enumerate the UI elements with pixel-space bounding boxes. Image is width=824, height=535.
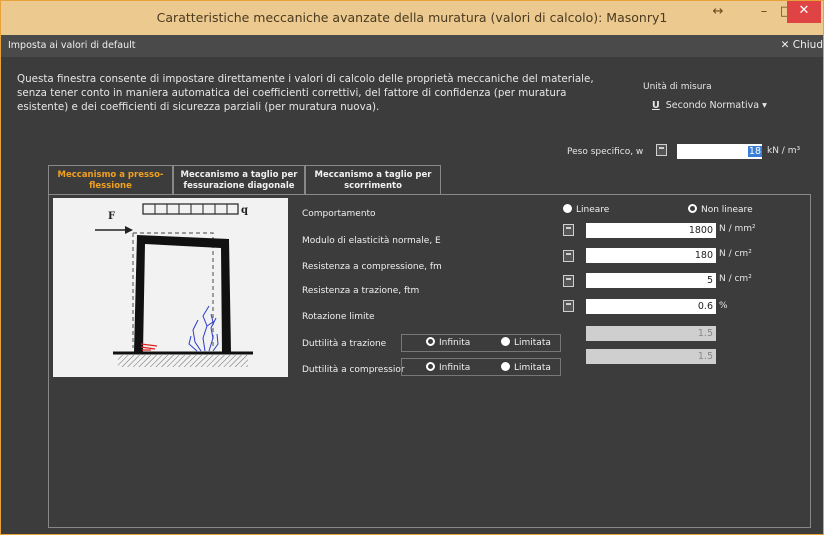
description-text: Questa finestra consente di impostare di… <box>17 73 594 113</box>
radio-dot-icon <box>563 204 572 213</box>
radio-non-lineare-label: Non lineare <box>701 205 753 215</box>
radio-trazione-limitata-label: Limitata <box>514 338 551 348</box>
calculator-icon[interactable] <box>563 224 574 236</box>
window-title: Caratteristiche meccaniche avanzate dell… <box>156 10 668 25</box>
radio-lineare-label: Lineare <box>576 205 610 215</box>
modulo-input[interactable]: 1800 <box>586 223 716 238</box>
modulo-label: Modulo di elasticità normale, E <box>302 236 441 246</box>
rotazione-unit: % <box>719 301 728 311</box>
dialog-window: Caratteristiche meccaniche avanzate dell… <box>0 0 824 535</box>
duttilita-trazione-label: Duttilità a trazione <box>302 339 387 349</box>
radio-dot-icon <box>501 362 510 371</box>
calculator-icon[interactable] <box>563 275 574 287</box>
tab-pressoflessione[interactable]: Meccanismo a presso-flessione <box>48 165 173 195</box>
compressione-input[interactable]: 180 <box>586 248 716 263</box>
radio-dot-icon <box>501 337 510 346</box>
peso-unit: kN / m³ <box>767 146 801 156</box>
modulo-unit: N / mm² <box>719 224 756 234</box>
tab-taglio-diagonale[interactable]: Meccanismo a taglio per fessurazione dia… <box>173 165 305 195</box>
duttilita-compressione-input: 1.5 <box>586 349 716 364</box>
command-bar: Imposta ai valori di default ✕ Chiud <box>1 35 823 57</box>
peso-value: 18 <box>747 146 762 157</box>
force-label: F <box>108 211 115 222</box>
radio-trazione-infinita-label: Infinita <box>439 338 471 348</box>
peso-label: Peso specifico, w <box>567 147 644 157</box>
radio-trazione-infinita[interactable]: Infinita <box>426 337 470 348</box>
title-bar[interactable]: Caratteristiche meccaniche avanzate dell… <box>1 1 823 35</box>
restore-icon[interactable]: ↔ <box>706 1 730 27</box>
tab-taglio-scorrimento[interactable]: Meccanismo a taglio per scorrimento <box>305 165 441 195</box>
comportamento-label: Comportamento <box>302 209 376 219</box>
trazione-unit: N / cm² <box>719 274 752 284</box>
units-label: Unità di misura <box>643 82 712 92</box>
units-dropdown[interactable]: U Secondo Normativa ▾ <box>652 100 767 111</box>
compressione-unit: N / cm² <box>719 249 752 259</box>
duttilita-compressione-label: Duttilità a compressior <box>302 365 405 375</box>
minimize-button[interactable]: – <box>753 1 775 27</box>
trazione-label: Resistenza a trazione, ftm <box>302 286 420 296</box>
radio-dot-icon <box>426 337 435 346</box>
radio-lineare[interactable]: Lineare <box>563 204 609 215</box>
calculator-icon[interactable] <box>563 300 574 312</box>
close-button[interactable]: ✕ Chiud <box>781 39 823 51</box>
calculator-icon[interactable] <box>656 144 667 156</box>
trazione-input[interactable]: 5 <box>586 273 716 288</box>
radio-compressione-limitata[interactable]: Limitata <box>501 362 551 373</box>
load-label: q <box>241 205 248 216</box>
rotazione-label: Rotazione limite <box>302 312 375 322</box>
units-accelerator: U <box>652 100 660 111</box>
radio-non-lineare[interactable]: Non lineare <box>688 204 753 215</box>
wall-illustration: q F <box>53 198 288 377</box>
radio-trazione-limitata[interactable]: Limitata <box>501 337 551 348</box>
radio-dot-icon <box>688 204 697 213</box>
units-value: Secondo Normativa <box>665 100 760 111</box>
reset-defaults-button[interactable]: Imposta ai valori di default <box>8 40 135 51</box>
calculator-icon[interactable] <box>563 250 574 262</box>
close-window-button[interactable]: ✕ <box>787 1 821 23</box>
duttilita-trazione-input: 1.5 <box>586 326 716 341</box>
radio-compressione-infinita[interactable]: Infinita <box>426 362 470 373</box>
rotazione-input[interactable]: 0.6 <box>586 299 716 314</box>
wall-diagram-icon: q F <box>95 203 253 367</box>
peso-input[interactable]: 18 <box>677 144 762 159</box>
radio-dot-icon <box>426 362 435 371</box>
chevron-down-icon: ▾ <box>762 100 767 111</box>
radio-compressione-limitata-label: Limitata <box>514 363 551 373</box>
radio-compressione-infinita-label: Infinita <box>439 363 471 373</box>
compressione-label: Resistenza a compressione, fm <box>302 262 442 272</box>
